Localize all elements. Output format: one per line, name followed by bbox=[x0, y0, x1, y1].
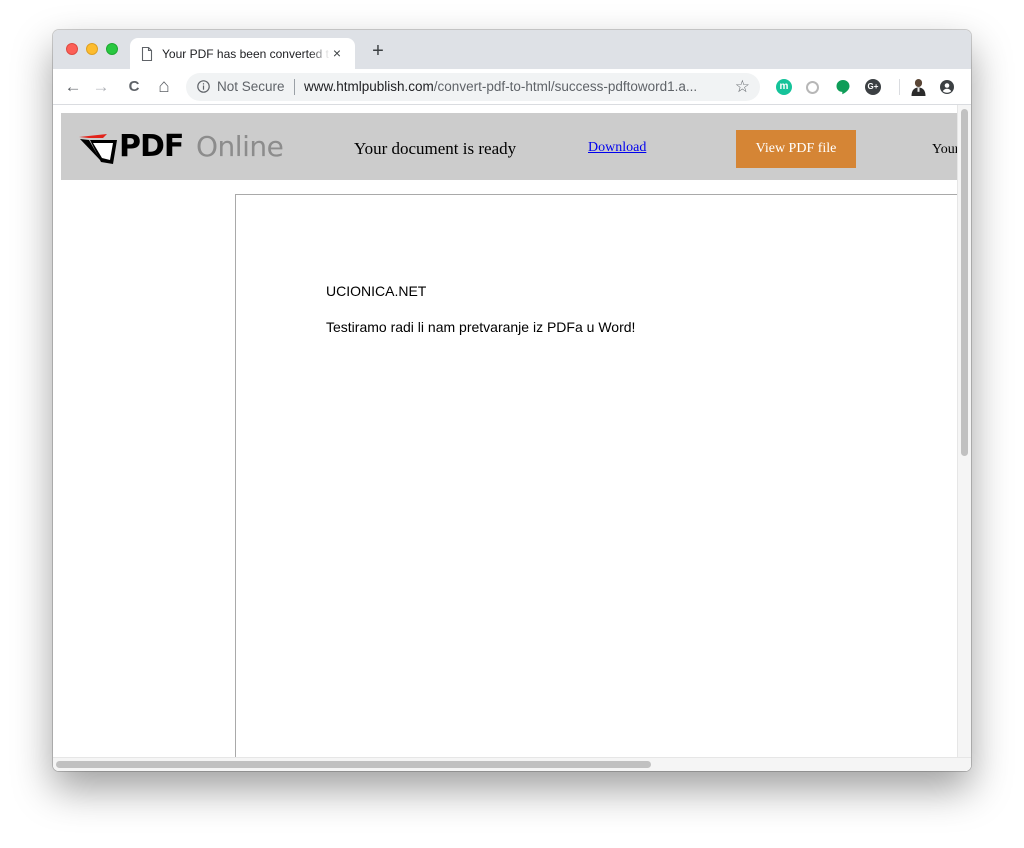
gplus-icon[interactable]: G+ bbox=[865, 79, 881, 95]
view-pdf-button[interactable]: View PDF file bbox=[736, 130, 856, 168]
url-host: www.htmlpublish.com bbox=[304, 79, 434, 94]
window-minimize-button[interactable] bbox=[86, 43, 98, 55]
horizontal-scroll-thumb[interactable] bbox=[56, 761, 651, 768]
url-path: /convert-pdf-to-html/success-pdftoword1.… bbox=[433, 79, 698, 94]
grammarly-icon[interactable]: m bbox=[776, 79, 792, 95]
reload-icon[interactable]: C bbox=[124, 77, 144, 97]
gplus-glyph: G+ bbox=[867, 82, 879, 91]
logo-online-text: Online bbox=[196, 130, 284, 163]
grammarly-letter: m bbox=[779, 81, 789, 92]
horizontal-scrollbar[interactable] bbox=[53, 757, 971, 771]
info-icon[interactable] bbox=[197, 80, 210, 93]
home-icon[interactable]: ⌂ bbox=[154, 77, 174, 97]
forward-icon[interactable]: → bbox=[91, 77, 111, 97]
vertical-scrollbar[interactable] bbox=[957, 105, 971, 758]
logo-pdf-text: PDF bbox=[119, 129, 184, 164]
bookmark-star-icon[interactable]: ☆ bbox=[735, 77, 750, 97]
desktop: Your PDF has been converted to HTML × + … bbox=[0, 0, 1024, 848]
tab-title: Your PDF has been converted to HTML bbox=[162, 47, 330, 61]
address-separator bbox=[294, 79, 295, 95]
address-bar[interactable]: Not Secure www.htmlpublish.com/convert-p… bbox=[186, 73, 760, 101]
profile-avatar[interactable] bbox=[910, 78, 927, 96]
vertical-scroll-thumb[interactable] bbox=[961, 109, 968, 456]
truncated-header-text: Your bbox=[932, 142, 960, 157]
document-icon bbox=[141, 47, 153, 61]
active-tab[interactable]: Your PDF has been converted to HTML × bbox=[130, 38, 355, 69]
download-link[interactable]: Download bbox=[588, 140, 646, 156]
site-header: PDF Online Your document is ready Downlo… bbox=[61, 113, 971, 180]
circle-extension-icon[interactable] bbox=[806, 81, 819, 94]
tab-strip: Your PDF has been converted to HTML × + bbox=[53, 30, 971, 69]
window-zoom-button[interactable] bbox=[106, 43, 118, 55]
converted-document-frame: UCIONICA.NET Testiramo radi li nam pretv… bbox=[235, 194, 971, 771]
document-body-text: Testiramo radi li nam pretvaranje iz PDF… bbox=[326, 319, 636, 335]
account-icon[interactable] bbox=[939, 79, 955, 95]
page-viewport: PDF Online Your document is ready Downlo… bbox=[53, 105, 971, 771]
browser-toolbar: ← → C ⌂ Not Secure www.htmlpublish.com/c… bbox=[53, 69, 971, 105]
browser-window: Your PDF has been converted to HTML × + … bbox=[53, 30, 971, 771]
close-tab-icon[interactable]: × bbox=[329, 45, 345, 61]
toolbar-separator bbox=[899, 79, 900, 95]
security-status[interactable]: Not Secure bbox=[217, 79, 285, 94]
url-text[interactable]: www.htmlpublish.com/convert-pdf-to-html/… bbox=[304, 79, 697, 94]
new-tab-button[interactable]: + bbox=[369, 41, 387, 61]
window-close-button[interactable] bbox=[66, 43, 78, 55]
document-heading: UCIONICA.NET bbox=[326, 283, 427, 299]
document-ready-text: Your document is ready bbox=[354, 139, 517, 158]
back-icon[interactable]: ← bbox=[63, 77, 83, 97]
hangouts-icon[interactable] bbox=[835, 79, 851, 95]
